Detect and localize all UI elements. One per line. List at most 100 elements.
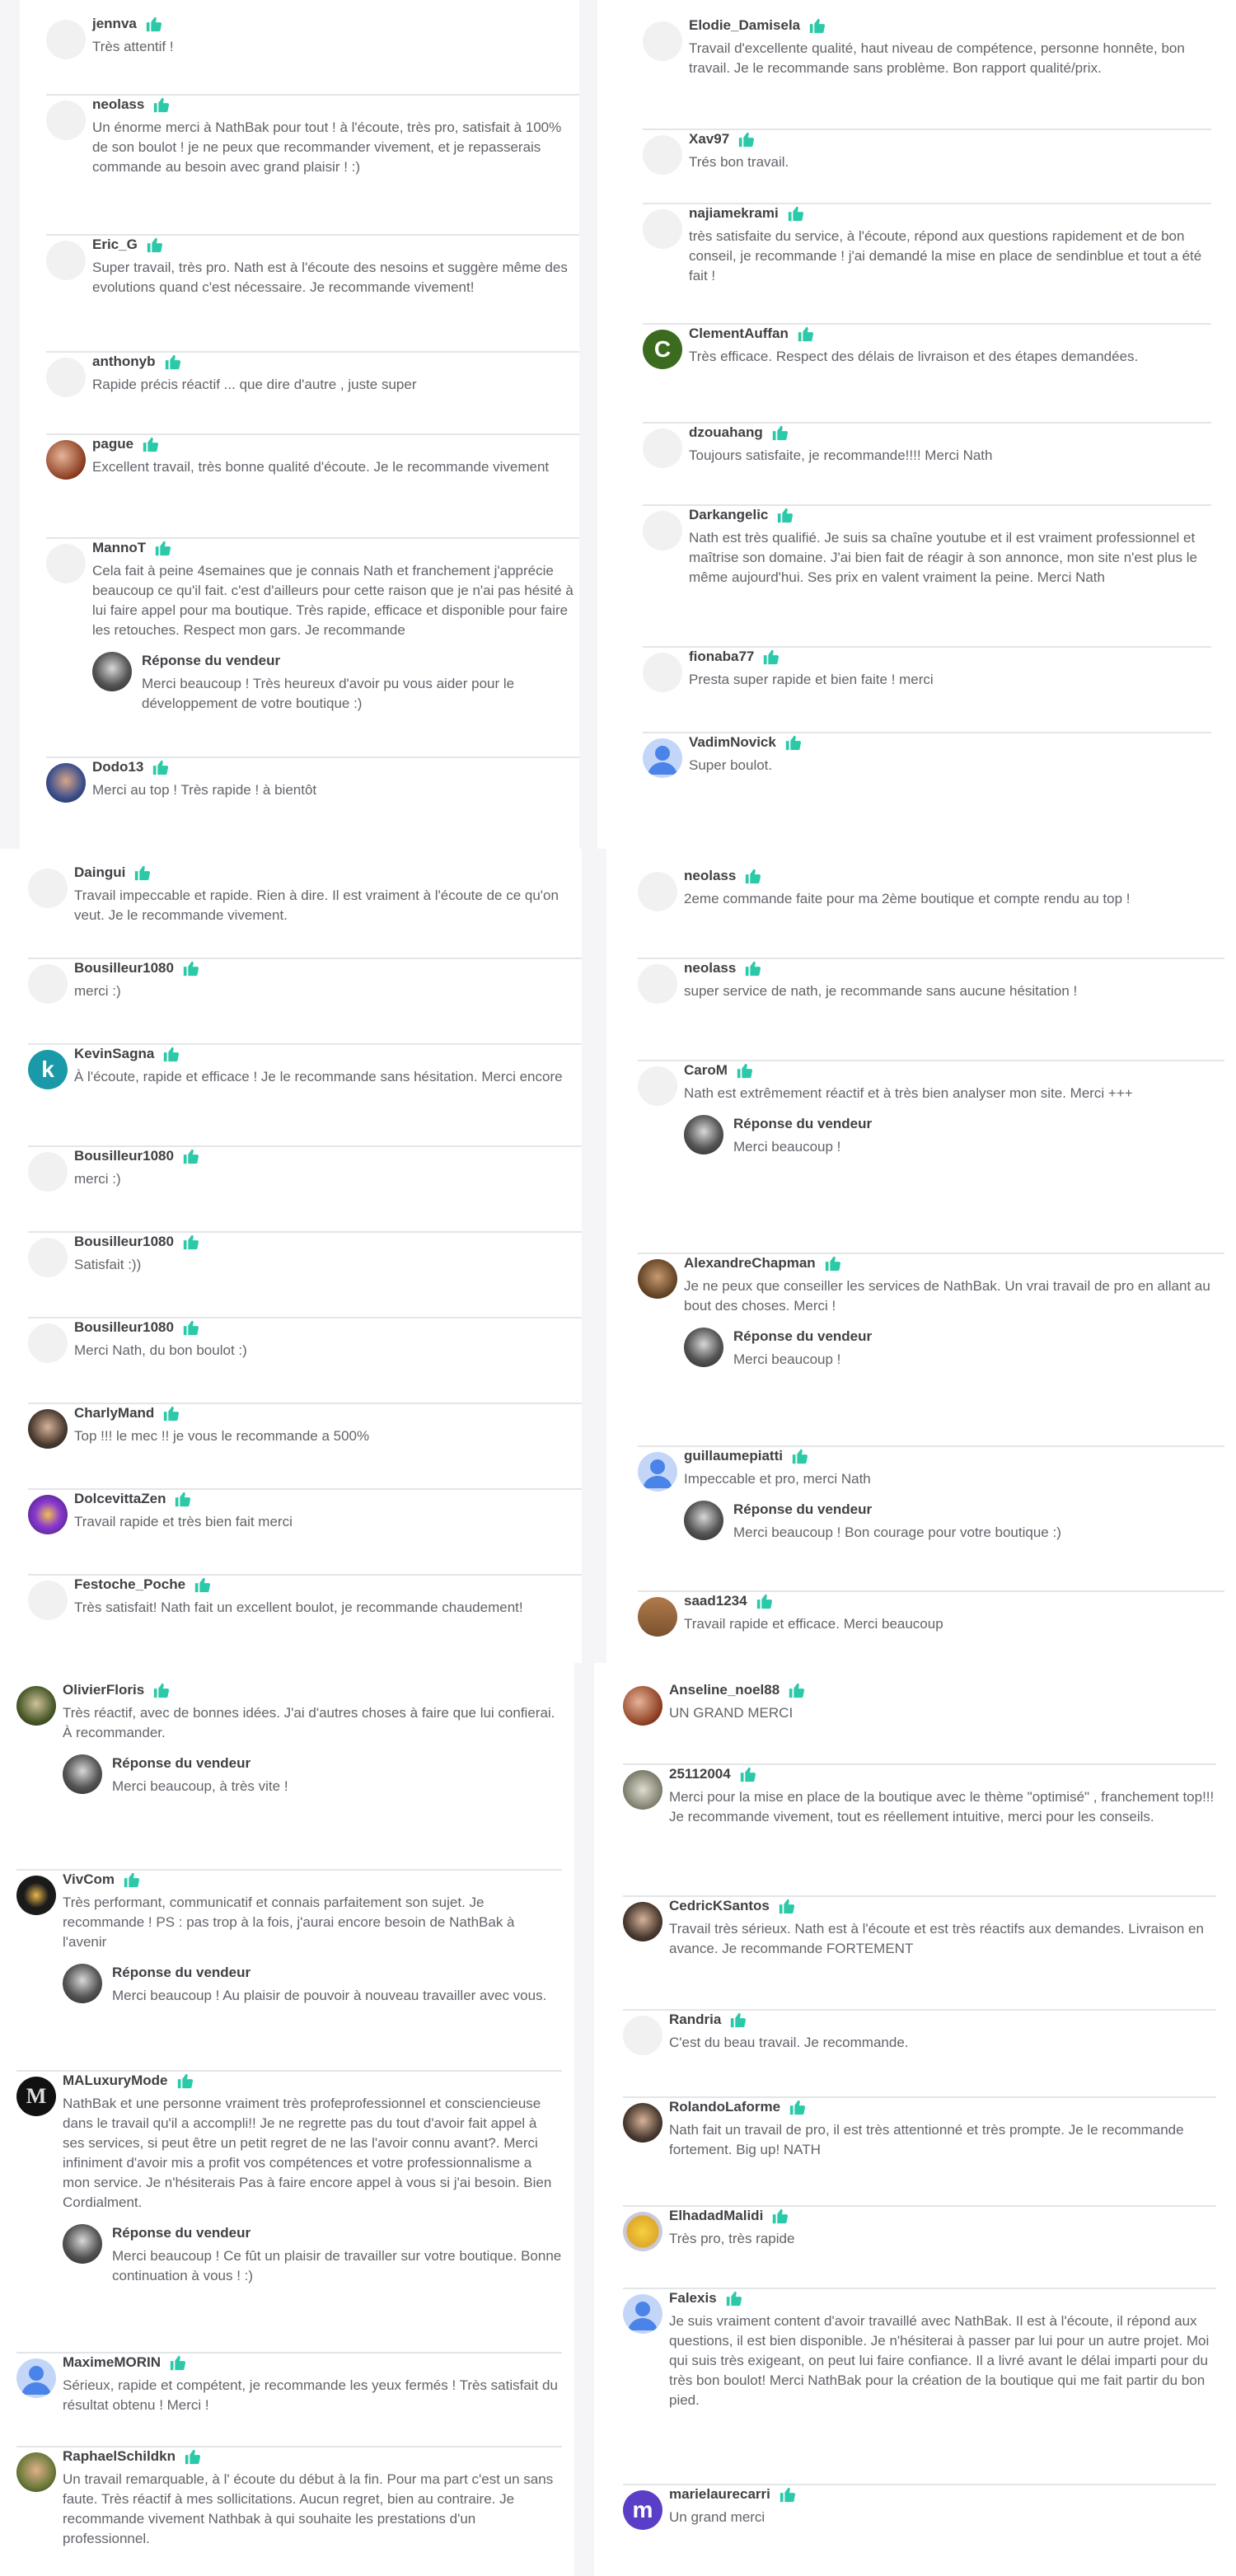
- review-text: Très pro, très rapide: [669, 2231, 795, 2246]
- avatar-photo: [623, 2212, 662, 2251]
- avatar-placeholder: [28, 964, 68, 1004]
- review-text: Merci Nath, du bon boulot :): [74, 1342, 247, 1358]
- avatar-placeholder: [28, 1238, 68, 1277]
- thumbs-up-icon: [164, 1047, 180, 1062]
- reviewer-name[interactable]: MannoT: [92, 539, 146, 557]
- review-item: MaximeMORIN Sérieux, rapide et compétent…: [16, 2354, 562, 2447]
- seller-reply-label: Réponse du vendeur: [733, 1328, 873, 1344]
- reviewer-name[interactable]: dzouahang: [689, 424, 763, 442]
- reviewer-name[interactable]: jennva: [92, 15, 137, 33]
- seller-reply-text: Merci beaucoup !: [733, 1351, 841, 1367]
- reviewer-name[interactable]: Daingui: [74, 864, 125, 882]
- reviewer-name[interactable]: fionaba77: [689, 648, 754, 666]
- seller-reply-label: Réponse du vendeur: [733, 1116, 873, 1131]
- avatar-photo: [28, 1409, 68, 1449]
- thumbs-up-icon: [177, 2073, 193, 2089]
- review-item: ElhadadMalidi Très pro, très rapide: [623, 2207, 1216, 2289]
- review-text: Sérieux, rapide et compétent, je recomma…: [63, 2377, 558, 2413]
- reviewer-name[interactable]: CharlyMand: [74, 1404, 154, 1422]
- reviewer-name[interactable]: KevinSagna: [74, 1045, 154, 1063]
- thumbs-up-icon: [798, 326, 813, 342]
- reviewer-name[interactable]: Dodo13: [92, 758, 143, 776]
- reviewer-name[interactable]: DolcevittaZen: [74, 1490, 166, 1508]
- left-margin-top: [0, 0, 20, 849]
- reviewer-name[interactable]: VadimNovick: [689, 733, 776, 752]
- review-text: Cela fait à peine 4semaines que je conna…: [92, 563, 574, 638]
- avatar-photo: [623, 1686, 662, 1726]
- thumbs-up-icon: [726, 2291, 742, 2307]
- review-text: merci :): [74, 983, 121, 999]
- logo-letter: M: [26, 2084, 47, 2108]
- seller-reply-text: Merci beaucoup ! Bon courage pour votre …: [733, 1525, 1061, 1540]
- review-text: Très efficace. Respect des délais de liv…: [689, 349, 1139, 364]
- reviewer-name[interactable]: Bousilleur1080: [74, 1233, 174, 1251]
- thumbs-up-icon: [792, 1449, 808, 1464]
- review-item: CedricKSantos Travail très sérieux. Nath…: [623, 1897, 1216, 2011]
- reviewer-name[interactable]: VivCom: [63, 1871, 115, 1889]
- avatar-placeholder: [46, 20, 86, 59]
- avatar-photo: [16, 1686, 56, 1726]
- review-item: Elodie_Damisela Travail d'excellente qua…: [643, 16, 1211, 130]
- thumbs-up-icon: [147, 237, 162, 253]
- reviewer-name[interactable]: marielaurecarri: [669, 2485, 770, 2503]
- reviewer-name[interactable]: Bousilleur1080: [74, 1318, 174, 1337]
- avatar-letter: k: [41, 1056, 54, 1082]
- reviewer-name[interactable]: saad1234: [684, 1592, 747, 1610]
- reviewer-name[interactable]: pague: [92, 435, 133, 453]
- reviewer-name[interactable]: neolass: [684, 959, 736, 977]
- thumbs-up-icon: [773, 2208, 789, 2224]
- seller-reply-text: Merci beaucoup ! Au plaisir de pouvoir à…: [112, 1988, 547, 2003]
- review-item: neolass 2eme commande faite pour ma 2ème…: [638, 867, 1224, 959]
- thumbs-up-icon: [176, 1492, 191, 1507]
- reviewer-name[interactable]: Randria: [669, 2011, 721, 2029]
- review-text: Top !!! le mec !! je vous le recommande …: [74, 1428, 370, 1444]
- reviewer-name[interactable]: anthonyb: [92, 353, 156, 371]
- thumbs-up-icon: [764, 649, 780, 665]
- reviewer-name[interactable]: MaximeMORIN: [63, 2354, 161, 2372]
- thumbs-up-icon: [135, 865, 151, 881]
- avatar-photo: [623, 1902, 662, 1941]
- reviewer-name[interactable]: ClementAuffan: [689, 325, 789, 343]
- reviewer-name[interactable]: AlexandreChapman: [684, 1254, 816, 1272]
- reviewer-name[interactable]: Darkangelic: [689, 506, 768, 524]
- reviewer-name[interactable]: ElhadadMalidi: [669, 2207, 763, 2225]
- thumbs-up-icon: [154, 1683, 170, 1698]
- reviewer-name[interactable]: CaroM: [684, 1061, 728, 1080]
- review-text: Travail rapide et efficace. Merci beauco…: [684, 1616, 943, 1632]
- reviewer-name[interactable]: MALuxuryMode: [63, 2072, 168, 2090]
- avatar-placeholder: [643, 135, 682, 175]
- review-item: 25112004 Merci pour la mise en place de …: [623, 1765, 1216, 1897]
- reviewer-name[interactable]: guillaumepiatti: [684, 1447, 783, 1465]
- review-text: Travail très sérieux. Nath est à l'écout…: [669, 1921, 1204, 1956]
- reviewer-name[interactable]: Elodie_Damisela: [689, 16, 800, 35]
- seller-avatar: [63, 1964, 102, 2003]
- avatar-photo: [16, 1876, 56, 1915]
- seller-reply-text: Merci beaucoup ! Très heureux d'avoir pu…: [142, 676, 515, 711]
- reviewer-name[interactable]: Eric_G: [92, 236, 138, 254]
- thumbs-up-icon: [789, 1683, 805, 1698]
- user-placeholder-icon: [648, 746, 677, 775]
- reviewer-name[interactable]: najiamekrami: [689, 204, 779, 222]
- reviewer-name[interactable]: Xav97: [689, 130, 729, 148]
- review-text: Un grand merci: [669, 2509, 765, 2525]
- reviewer-name[interactable]: RolandoLaforme: [669, 2098, 780, 2116]
- reviewer-name[interactable]: OlivierFloris: [63, 1681, 144, 1699]
- review-item: anthonyb Rapide précis réactif ... que d…: [46, 353, 579, 435]
- reviewer-name[interactable]: RaphaelSchildkn: [63, 2447, 176, 2466]
- reviewer-name[interactable]: Falexis: [669, 2289, 717, 2307]
- reviewer-name[interactable]: Anseline_noel88: [669, 1681, 780, 1699]
- reviewer-name[interactable]: neolass: [92, 96, 144, 114]
- reviewer-name[interactable]: Festoche_Poche: [74, 1576, 185, 1594]
- review-item: CaroM Nath est extrêmement réactif et à …: [638, 1061, 1224, 1254]
- reviewer-name[interactable]: CedricKSantos: [669, 1897, 770, 1915]
- thumbs-up-icon: [183, 961, 199, 977]
- review-item: k KevinSagna À l'écoute, rapide et effic…: [28, 1045, 582, 1147]
- reviewer-name[interactable]: Bousilleur1080: [74, 1147, 174, 1165]
- reviewer-name[interactable]: Bousilleur1080: [74, 959, 174, 977]
- thumbs-up-icon: [154, 97, 170, 113]
- seller-reply: Réponse du vendeur Merci beaucoup ! Au p…: [63, 1964, 562, 2006]
- review-item: VivCom Très performant, communicatif et …: [16, 1871, 562, 2072]
- reviewer-name[interactable]: 25112004: [669, 1765, 731, 1783]
- thumbs-up-icon: [143, 437, 159, 452]
- reviewer-name[interactable]: neolass: [684, 867, 736, 885]
